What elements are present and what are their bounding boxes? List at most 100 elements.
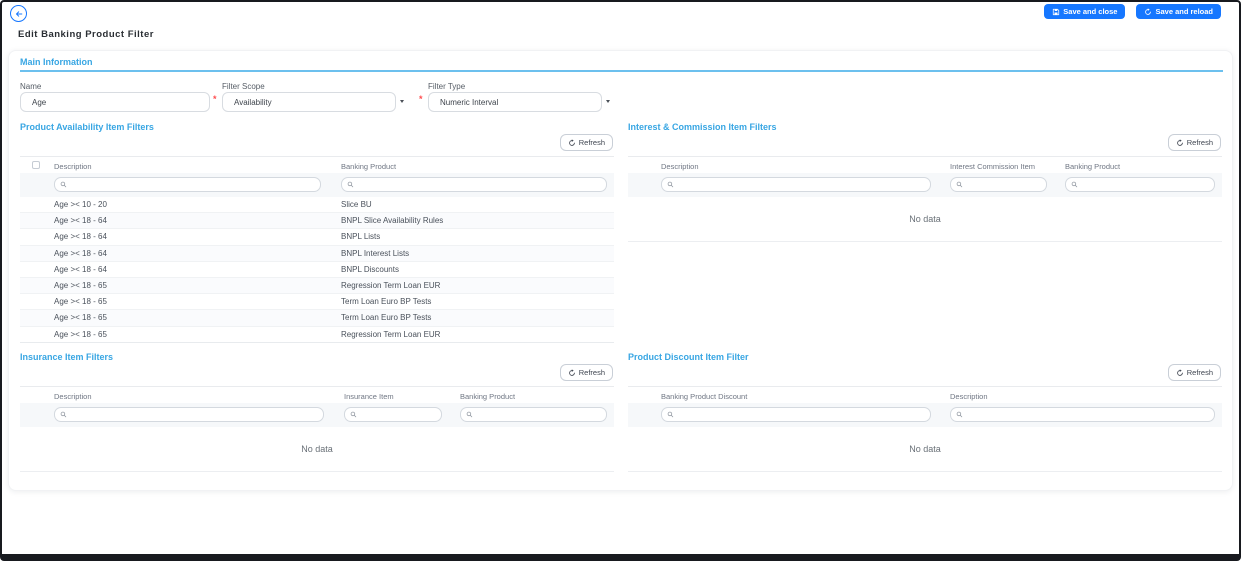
- column-header: Insurance Item: [344, 392, 394, 401]
- table-cell: Slice BU: [341, 200, 372, 209]
- table-cell: Age >< 18 - 64: [54, 264, 107, 274]
- description-search: [54, 407, 324, 422]
- table-row[interactable]: Age >< 18 - 64 BNPL Lists: [20, 229, 614, 246]
- column-header: Description: [950, 392, 988, 401]
- search-icon: [956, 181, 963, 188]
- filter-type-label: Filter Type: [428, 82, 466, 91]
- banking-product-search-input[interactable]: [357, 180, 606, 189]
- table-header: Banking Product Discount Description: [628, 386, 1222, 403]
- description-search: [950, 407, 1215, 422]
- banking-product-search: [460, 407, 607, 422]
- table-row[interactable]: Age >< 18 - 64 BNPL Discounts: [20, 262, 614, 278]
- filter-type-select[interactable]: Numeric Interval: [428, 92, 602, 112]
- column-header: Description: [54, 162, 92, 171]
- description-search-input[interactable]: [70, 410, 323, 419]
- table-cell: BNPL Lists: [341, 232, 381, 242]
- table-header: Description Interest Commission Item Ban…: [628, 156, 1222, 173]
- search-icon: [60, 181, 67, 188]
- filter-scope-select[interactable]: Availability: [222, 92, 396, 112]
- banking-product-discount-search: [661, 407, 931, 422]
- table-bottom-border: [628, 471, 1222, 472]
- description-search-input[interactable]: [677, 180, 930, 189]
- search-icon: [347, 181, 354, 188]
- arrow-left-icon: [14, 9, 24, 19]
- refresh-icon: [1176, 138, 1184, 147]
- banking-product-search-input[interactable]: [1081, 180, 1214, 189]
- table-header: Description Banking Product: [20, 156, 614, 173]
- chevron-down-icon[interactable]: [400, 100, 404, 103]
- insurance-item-search: [344, 407, 442, 422]
- table-cell: BNPL Interest Lists: [341, 248, 410, 258]
- column-header: Banking Product: [1065, 162, 1121, 171]
- required-asterisk: *: [213, 94, 217, 104]
- select-all-checkbox[interactable]: [32, 161, 40, 169]
- refresh-icon: [1176, 368, 1184, 377]
- main-information-underline: [20, 70, 1223, 72]
- section-product-discount-item-filter: Product Discount Item Filter Refresh Ban…: [628, 352, 1222, 582]
- table-row[interactable]: Age >< 18 - 65 Regression Term Loan EUR: [20, 327, 614, 343]
- table-cell: BNPL Discounts: [341, 264, 399, 274]
- table-cell: Age >< 18 - 64: [54, 248, 107, 258]
- table-bottom-border: [20, 471, 614, 472]
- section-title: Product Discount Item Filter: [628, 352, 749, 362]
- banking-product-search: [1065, 177, 1215, 192]
- insurance-item-search-input[interactable]: [360, 410, 441, 419]
- content-card: Main Information Name Filter Scope * Ava…: [8, 50, 1233, 491]
- table-row[interactable]: Age >< 18 - 64 BNPL Slice Availability Ru…: [20, 213, 614, 230]
- refresh-button[interactable]: Refresh: [1167, 134, 1221, 151]
- table-cell: Age >< 18 - 64: [54, 216, 107, 226]
- save-icon: [1052, 8, 1060, 16]
- table-header: Description Insurance Item Banking Produ…: [20, 386, 614, 403]
- section-title: Interest & Commission Item Filters: [628, 122, 777, 132]
- table-filter-row: [20, 173, 614, 197]
- banking-product-discount-search-input[interactable]: [677, 410, 930, 419]
- refresh-button[interactable]: Refresh: [1167, 364, 1221, 381]
- search-icon: [466, 411, 473, 418]
- refresh-button[interactable]: Refresh: [559, 134, 613, 151]
- section-interest-commission-item-filters: Interest & Commission Item Filters Refre…: [628, 122, 1222, 352]
- table-bottom-border: [628, 241, 1222, 242]
- save-and-reload-label: Save and reload: [1155, 7, 1213, 16]
- table-row[interactable]: Age >< 18 - 65 Term Loan Euro BP Tests: [20, 294, 614, 311]
- no-data-text: No data: [909, 444, 941, 454]
- table-cell: Regression Term Loan EUR: [341, 280, 441, 290]
- search-icon: [667, 181, 674, 188]
- search-icon: [350, 411, 357, 418]
- table-cell: Age >< 18 - 64: [54, 232, 107, 242]
- table-cell: Age >< 18 - 65: [54, 297, 107, 307]
- description-search-input[interactable]: [966, 410, 1214, 419]
- save-and-close-label: Save and close: [1063, 7, 1118, 16]
- back-button[interactable]: [10, 5, 27, 22]
- refresh-label: Refresh: [1186, 138, 1213, 147]
- banking-product-search: [341, 177, 607, 192]
- search-icon: [667, 411, 674, 418]
- table-row[interactable]: Age >< 18 - 64 BNPL Interest Lists: [20, 245, 614, 262]
- name-input[interactable]: [20, 92, 210, 112]
- chevron-down-icon[interactable]: [606, 100, 610, 103]
- section-title: Product Availability Item Filters: [20, 122, 154, 132]
- table-body: Age >< 10 - 20 Slice BU Age >< 18 - 64 BNPL…: [20, 197, 614, 343]
- main-information-title: Main Information: [20, 57, 93, 67]
- search-icon: [60, 411, 67, 418]
- interest-commission-item-search-input[interactable]: [966, 180, 1046, 189]
- search-icon: [1071, 181, 1078, 188]
- no-data-text: No data: [909, 214, 941, 224]
- table-row[interactable]: Age >< 18 - 65 Regression Term Loan EUR: [20, 277, 614, 295]
- table-row[interactable]: Age >< 10 - 20 Slice BU: [20, 197, 614, 214]
- refresh-button[interactable]: Refresh: [559, 364, 613, 381]
- refresh-label: Refresh: [1186, 368, 1213, 377]
- column-header: Description: [661, 162, 699, 171]
- section-title: Insurance Item Filters: [20, 352, 114, 362]
- banking-product-search-input[interactable]: [476, 410, 606, 419]
- filter-scope-label: Filter Scope: [222, 82, 265, 91]
- column-header: Interest Commission Item: [950, 162, 1036, 171]
- table-cell: Age >< 18 - 65: [54, 280, 107, 290]
- description-search-input[interactable]: [70, 180, 320, 189]
- save-and-reload-button[interactable]: Save and reload: [1136, 4, 1221, 19]
- table-cell: Term Loan Euro BP Tests: [341, 297, 432, 307]
- table-row[interactable]: Age >< 18 - 65 Term Loan Euro BP Tests: [20, 310, 614, 327]
- save-and-close-button[interactable]: Save and close: [1044, 4, 1126, 19]
- required-asterisk: *: [419, 94, 423, 104]
- refresh-icon: [568, 368, 576, 377]
- table-cell: Term Loan Euro BP Tests: [341, 313, 432, 323]
